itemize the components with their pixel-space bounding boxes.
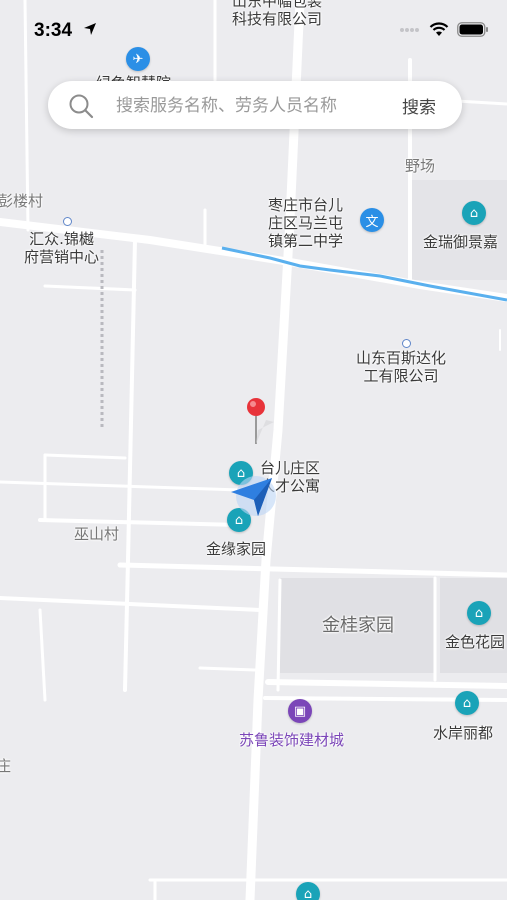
map-pin-icon[interactable] xyxy=(244,396,280,448)
road-h2 xyxy=(0,596,262,612)
map-label-shuian[interactable]: 水岸丽都 xyxy=(433,724,493,742)
road-h8 xyxy=(43,284,137,292)
label-line: 枣庄市台儿 xyxy=(268,196,344,214)
map-label-wushancun[interactable]: 巫山村 xyxy=(74,525,119,543)
status-icons xyxy=(399,22,489,37)
road-h1 xyxy=(117,562,507,578)
map-label-jingui[interactable]: 金桂家园 xyxy=(322,617,394,635)
map-label-baisida[interactable]: 山东百斯达化 工有限公司 xyxy=(356,349,446,385)
map-label-school[interactable]: 枣庄市台儿 庄区马兰屯 镇第二中学 xyxy=(268,196,343,250)
label-line: 山东百斯达化 xyxy=(356,349,447,367)
status-bar: 3:34 xyxy=(0,0,507,62)
label-line: 工有限公司 xyxy=(363,367,439,385)
search-icon xyxy=(69,94,94,119)
label-line: 镇第二中学 xyxy=(268,232,344,250)
map-block xyxy=(410,180,507,280)
road-h6 xyxy=(0,480,242,492)
search-input[interactable] xyxy=(114,90,388,122)
label-line: 汇众.锦樾 xyxy=(29,230,94,248)
label-line: 府营销中心 xyxy=(24,248,100,266)
poi-dot[interactable] xyxy=(402,339,411,348)
map-screen: 山东中幅包装 科技有限公司 ✈ 绿色智慧院 野场 彭楼村 汇众.锦樾 府营销中心… xyxy=(0,0,507,900)
map-label-sulu[interactable]: 苏鲁装饰建材城 xyxy=(239,731,344,749)
road-h3 xyxy=(265,679,507,689)
search-bar: 搜索 xyxy=(48,81,462,129)
map-label-jinrui[interactable]: 金瑞御景嘉 xyxy=(423,233,498,251)
map-block xyxy=(440,578,507,673)
poi-dot[interactable] xyxy=(63,217,72,226)
map-label-zhuang[interactable]: 庄 xyxy=(0,757,11,775)
residential-icon[interactable]: ⌂ xyxy=(467,601,491,625)
map-canvas[interactable] xyxy=(0,0,507,900)
current-location-icon[interactable] xyxy=(228,474,280,520)
road-v5 xyxy=(38,608,47,702)
map-label-huizhong[interactable]: 汇众.锦樾 府营销中心 xyxy=(24,230,99,266)
road-h10 xyxy=(198,666,257,672)
map-label-jinyuan[interactable]: 金缘家园 xyxy=(206,540,266,558)
search-button[interactable]: 搜索 xyxy=(402,93,436,118)
road-v10 xyxy=(276,578,282,692)
battery-icon xyxy=(457,22,488,37)
school-icon[interactable]: 文 xyxy=(360,208,384,232)
road-h7 xyxy=(43,453,127,460)
map-label-pengloucun[interactable]: 彭楼村 xyxy=(0,192,43,210)
label-line: 庄区马兰屯 xyxy=(268,214,344,232)
status-time: 3:34 xyxy=(34,20,73,41)
roads xyxy=(0,0,507,900)
residential-icon[interactable]: ⌂ xyxy=(462,201,486,225)
map-label-yechang[interactable]: 野场 xyxy=(405,157,435,175)
shopping-icon[interactable]: ▣ xyxy=(288,699,312,723)
signal-dots-icon xyxy=(400,27,419,32)
residential-icon[interactable]: ⌂ xyxy=(296,882,320,900)
road-h5 xyxy=(38,518,242,527)
road-v1 xyxy=(123,238,137,692)
road-main-vertical xyxy=(245,0,305,900)
residential-icon[interactable]: ⌂ xyxy=(455,691,479,715)
location-arrow-icon xyxy=(84,23,96,35)
wifi-icon xyxy=(429,22,449,36)
map-label-jinse[interactable]: 金色花园 xyxy=(445,633,505,651)
